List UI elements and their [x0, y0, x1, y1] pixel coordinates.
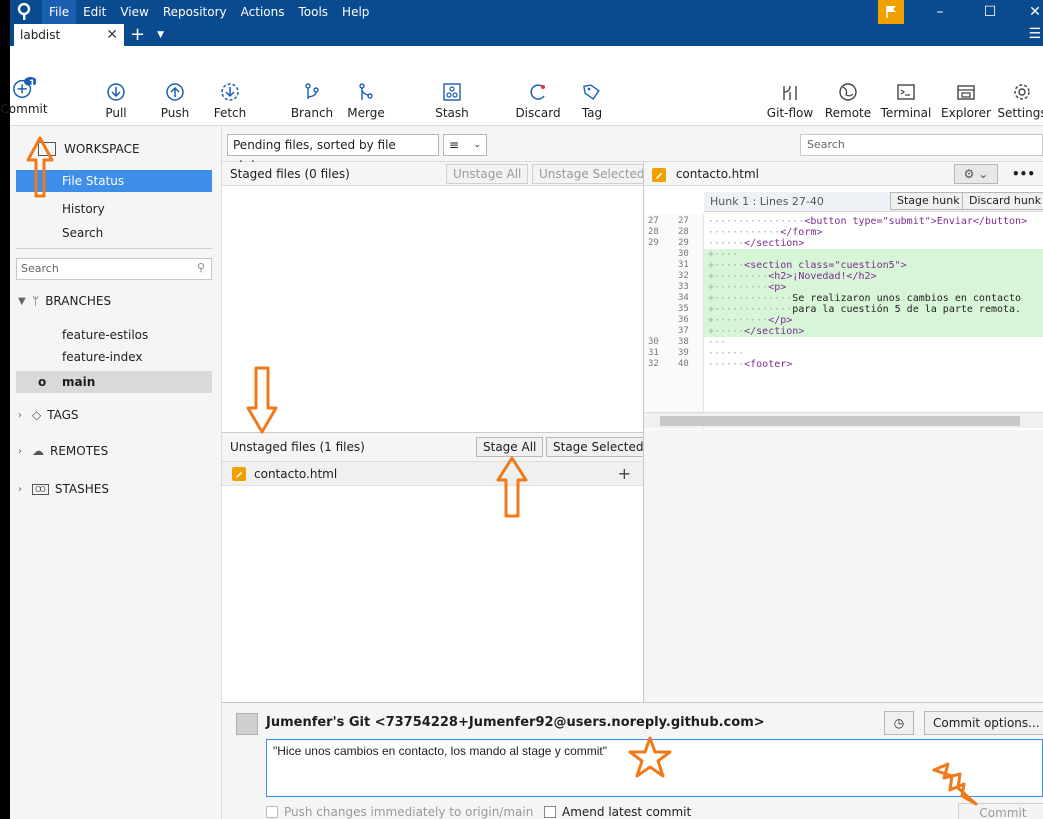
app-window: File Edit View Repository Actions Tools … — [0, 0, 1043, 819]
lightning-annotation — [932, 762, 978, 806]
arrow-up-annotation-stage-all — [496, 456, 528, 518]
star-annotation — [628, 736, 672, 778]
arrow-up-annotation-commit — [26, 136, 54, 198]
arrow-down-annotation-unstaged — [246, 366, 278, 434]
annotation-overlay — [26, 136, 978, 806]
